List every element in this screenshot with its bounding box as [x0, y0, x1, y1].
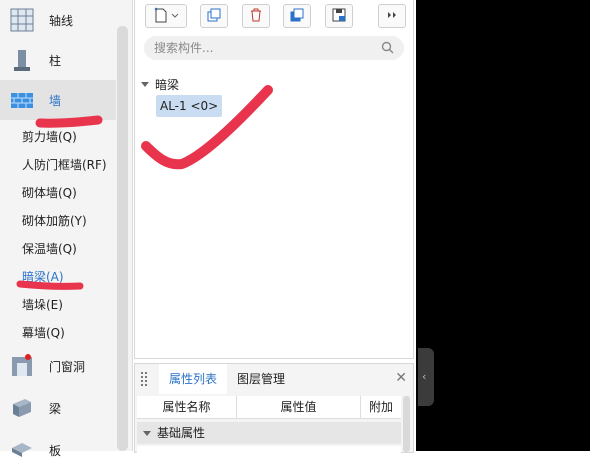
tree-group-label: 暗梁	[155, 78, 180, 92]
category-label: 梁	[49, 401, 62, 416]
column-header-additional: 附加	[368, 400, 393, 414]
subitem-masonry-wall[interactable]: 砌体墙(Q)	[22, 184, 77, 201]
category-beam[interactable]: 梁	[0, 388, 116, 428]
category-label: 门窗洞	[49, 359, 86, 374]
wall-icon	[10, 88, 34, 112]
category-label: 墙	[49, 93, 62, 108]
search-input[interactable]	[154, 36, 374, 60]
subitem-civil-defense-wall[interactable]: 人防门框墙(RF)	[22, 156, 107, 173]
floor-save-icon	[331, 7, 347, 26]
layer-copy-button[interactable]	[283, 4, 311, 28]
close-icon[interactable]: ✕	[395, 370, 407, 386]
more-icon	[386, 9, 398, 23]
property-table-header: 属性名称 属性值 附加	[137, 396, 401, 419]
copy-button[interactable]	[200, 4, 228, 28]
chevron-left-icon: ‹	[422, 370, 427, 383]
component-search	[144, 36, 404, 60]
tree-item[interactable]: AL-1 <0>	[156, 95, 223, 117]
properties-panel: 属性列表 图层管理 ✕ 属性名称 属性值 附加 基础属性	[134, 363, 414, 454]
category-label: 轴线	[49, 13, 74, 28]
more-button[interactable]	[378, 4, 406, 28]
subitem-masonry-rebar[interactable]: 砌体加筋(Y)	[22, 212, 87, 229]
category-wall[interactable]: 墙	[0, 80, 116, 120]
copy-icon	[206, 7, 222, 26]
delete-button[interactable]	[242, 4, 270, 28]
search-icon[interactable]	[381, 41, 394, 57]
subitem-wall-pier[interactable]: 墙垛(E)	[22, 296, 63, 313]
sidebar-scrollbar[interactable]	[117, 26, 128, 451]
floor-save-button[interactable]	[325, 4, 353, 28]
category-axis[interactable]: 轴线	[0, 0, 116, 40]
delete-icon	[248, 7, 264, 26]
subitem-shear-wall[interactable]: 剪力墙(Q)	[22, 128, 77, 145]
drag-handle-icon[interactable]	[141, 372, 149, 386]
tab-property-list[interactable]: 属性列表	[159, 364, 228, 394]
beam-icon	[10, 396, 34, 420]
category-column[interactable]: 柱	[0, 40, 116, 80]
section-label: 基础属性	[157, 426, 206, 440]
collapse-panel-button[interactable]: ‹	[418, 348, 434, 406]
layer-copy-icon	[289, 7, 305, 26]
category-door-window[interactable]: 门窗洞	[0, 346, 116, 386]
component-type-sidebar: 轴线 柱 墙 剪力墙(Q) 人防门框墙(RF) 砌体墙(Q) 砌体加筋(Y) 保…	[0, 0, 133, 458]
table-row[interactable]	[137, 446, 401, 454]
new-component-button[interactable]	[145, 4, 187, 28]
door-window-icon	[10, 354, 34, 378]
grid-axis-icon	[10, 8, 34, 32]
column-header-property-name: 属性名称	[137, 396, 237, 418]
component-list-panel: 暗梁 AL-1 <0>	[134, 0, 414, 359]
tree-group-concealed-beam[interactable]: 暗梁	[141, 76, 179, 93]
subitem-curtain-wall[interactable]: 幕墙(Q)	[22, 324, 65, 341]
property-section-basic[interactable]: 基础属性	[137, 422, 401, 444]
new-component-icon	[153, 7, 179, 26]
category-label: 板	[49, 443, 62, 458]
subitem-insulation-wall[interactable]: 保温墙(Q)	[22, 240, 77, 257]
category-label: 柱	[49, 53, 62, 68]
caret-down-icon[interactable]	[141, 82, 149, 87]
slab-icon	[10, 438, 34, 462]
column-icon	[10, 48, 34, 72]
column-header-property-value: 属性值	[237, 396, 361, 418]
subitem-concealed-beam[interactable]: 暗梁(A)	[22, 268, 64, 285]
category-slab[interactable]: 板	[0, 430, 116, 470]
tab-layer-management[interactable]: 图层管理	[227, 364, 295, 394]
properties-scrollbar[interactable]	[403, 396, 410, 452]
drawing-canvas[interactable]	[416, 0, 590, 451]
caret-down-icon[interactable]	[143, 431, 151, 436]
